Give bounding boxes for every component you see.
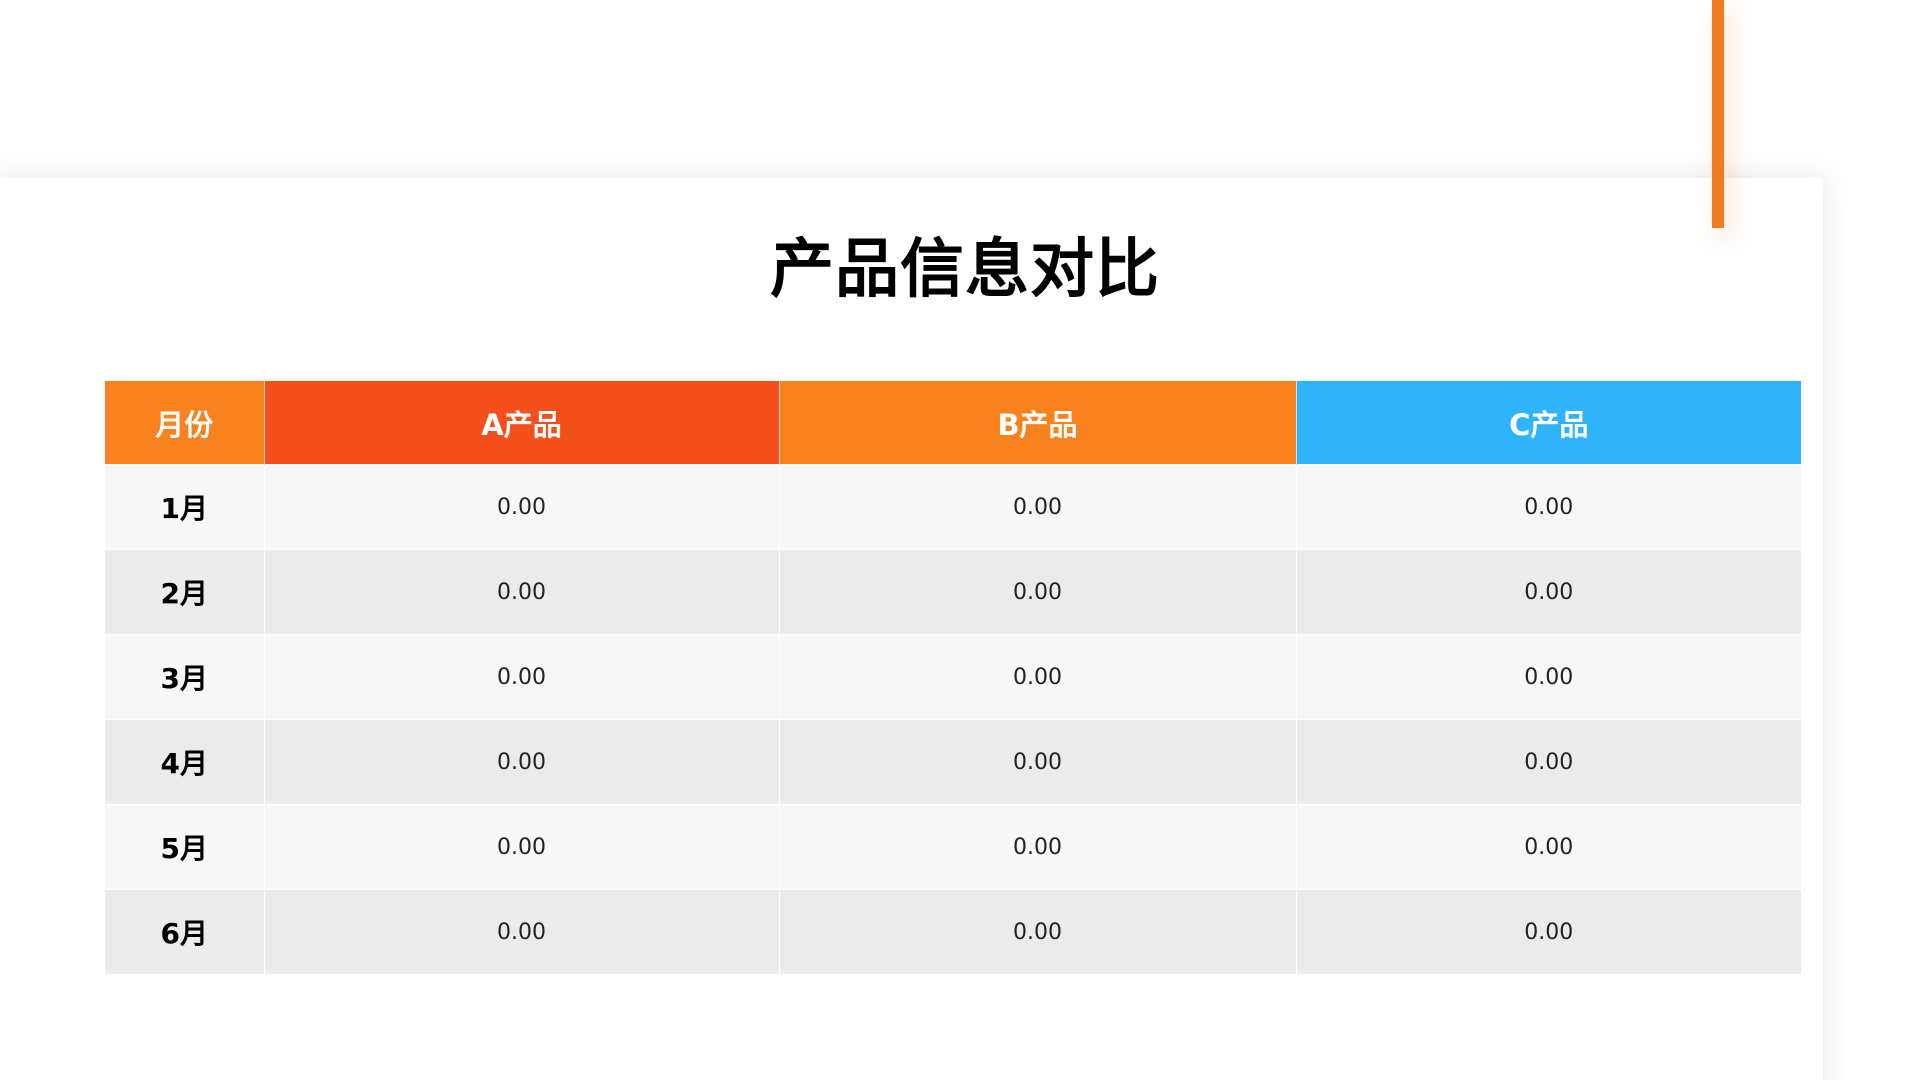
month-cell: 4月 xyxy=(105,719,264,805)
product-b-value: 0.00 xyxy=(778,719,1296,805)
product-b-value: 0.00 xyxy=(778,549,1296,635)
product-a-value: 0.00 xyxy=(263,804,779,890)
header-product-c: C产品 xyxy=(1295,381,1801,465)
table-row: 1月 0.00 0.00 0.00 xyxy=(105,464,1801,550)
month-cell: 2月 xyxy=(105,549,264,635)
product-c-value: 0.00 xyxy=(1295,719,1801,805)
product-a-value: 0.00 xyxy=(263,889,779,974)
page-title: 产品信息对比 xyxy=(770,233,1160,307)
product-c-value: 0.00 xyxy=(1295,634,1801,720)
slide: 产品信息对比 月份 A产品 B产品 C产品 1月 0.00 0.00 0.00 xyxy=(0,0,1920,1080)
product-a-value: 0.00 xyxy=(263,464,779,550)
header-month: 月份 xyxy=(105,381,264,465)
table-row: 3月 0.00 0.00 0.00 xyxy=(105,634,1801,720)
table-row: 5月 0.00 0.00 0.00 xyxy=(105,804,1801,890)
product-comparison-table: 月份 A产品 B产品 C产品 1月 0.00 0.00 0.00 2月 0.00… xyxy=(105,381,1801,974)
product-b-value: 0.00 xyxy=(778,634,1296,720)
product-a-value: 0.00 xyxy=(263,549,779,635)
table-row: 6月 0.00 0.00 0.00 xyxy=(105,889,1801,974)
product-c-value: 0.00 xyxy=(1295,804,1801,890)
accent-bar xyxy=(1712,0,1724,228)
month-cell: 3月 xyxy=(105,634,264,720)
month-cell: 6月 xyxy=(105,889,264,974)
month-cell: 1月 xyxy=(105,464,264,550)
table-row: 4月 0.00 0.00 0.00 xyxy=(105,719,1801,805)
product-c-value: 0.00 xyxy=(1295,464,1801,550)
month-cell: 5月 xyxy=(105,804,264,890)
table-header-row: 月份 A产品 B产品 C产品 xyxy=(105,381,1801,465)
product-b-value: 0.00 xyxy=(778,804,1296,890)
header-product-a: A产品 xyxy=(263,381,779,465)
product-b-value: 0.00 xyxy=(778,889,1296,974)
header-product-b: B产品 xyxy=(778,381,1296,465)
table-row: 2月 0.00 0.00 0.00 xyxy=(105,549,1801,635)
product-a-value: 0.00 xyxy=(263,634,779,720)
product-c-value: 0.00 xyxy=(1295,889,1801,974)
product-b-value: 0.00 xyxy=(778,464,1296,550)
product-a-value: 0.00 xyxy=(263,719,779,805)
product-c-value: 0.00 xyxy=(1295,549,1801,635)
